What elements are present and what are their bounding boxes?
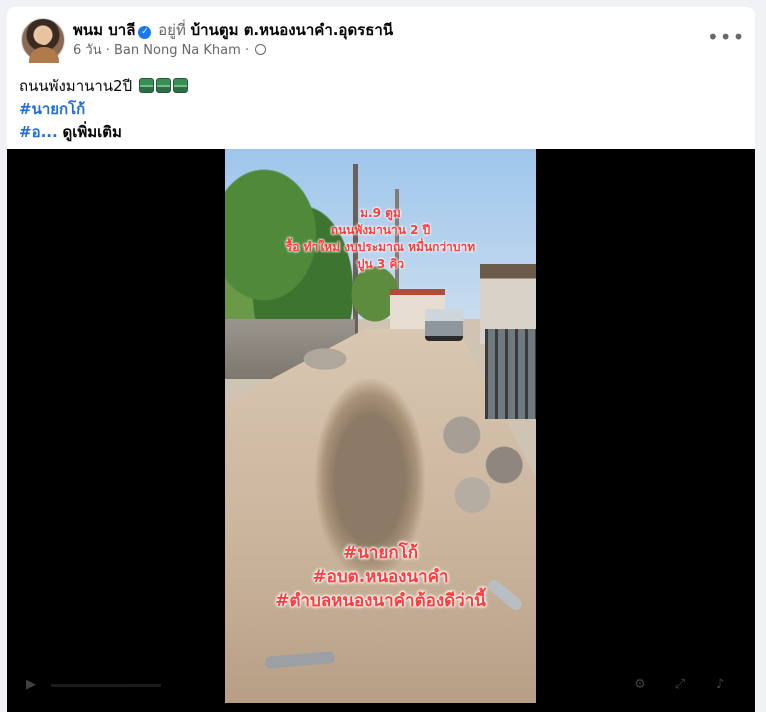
video-player[interactable]: ม.9 ตูม ถนนพังมานาน 2 ปี รื้อ ทำใหม่ งบป… bbox=[7, 149, 755, 712]
settings-icon[interactable]: ⚙ bbox=[632, 677, 648, 693]
caption-top-line: ถนนพังมานาน 2 ปี bbox=[330, 223, 431, 237]
meta-separator-2: · bbox=[244, 43, 250, 58]
video-caption-top: ม.9 ตูม ถนนพังมานาน 2 ปี รื้อ ทำใหม่ งบป… bbox=[225, 205, 536, 273]
video-rubble bbox=[430, 399, 536, 519]
hashtag-link-1[interactable]: #นายกโก้ bbox=[19, 100, 85, 118]
hashtag-link-2[interactable]: #อ... bbox=[19, 123, 58, 141]
caption-bottom-line: #นายกโก้ bbox=[342, 543, 419, 563]
video-truck bbox=[425, 309, 463, 341]
emoji-icon-2 bbox=[155, 78, 171, 93]
video-frame[interactable]: ม.9 ตูม ถนนพังมานาน 2 ปี รื้อ ทำใหม่ งบป… bbox=[225, 149, 536, 703]
caption-top-line: ม.9 ตูม bbox=[360, 206, 401, 220]
post-time[interactable]: 6 วัน bbox=[73, 43, 102, 58]
meta-separator: · bbox=[105, 43, 110, 58]
video-progress-bar[interactable] bbox=[51, 684, 161, 687]
see-more-link[interactable]: ดูเพิ่มเติม bbox=[62, 123, 121, 141]
play-icon[interactable]: ▶ bbox=[23, 677, 39, 693]
post-text-line-3: #อ... ดูเพิ่มเติม bbox=[19, 121, 743, 144]
volume-icon[interactable]: ♪ bbox=[712, 677, 728, 693]
caption-bottom-line: #ตำบลหนองนาคำต้องดีว่านี้ bbox=[275, 591, 486, 611]
caption-top-line: รื้อ ทำใหม่ งบประมาณ หมื่นกว่าบาท bbox=[285, 240, 476, 254]
video-caption-bottom: #นายกโก้ #อบต.หนองนาคำ #ตำบลหนองนาคำต้อง… bbox=[225, 541, 536, 613]
video-rubble-far bbox=[295, 344, 355, 374]
post-header: พนม บาลี ✓ อยู่ที่ บ้านตูม ต.หนองนาคำ.อุด… bbox=[19, 18, 744, 66]
caption-bottom-line: #อบต.หนองนาคำ bbox=[312, 567, 449, 587]
at-label: อยู่ที่ bbox=[158, 21, 186, 39]
post-text-line-1: ถนนพังมานาน2ปี bbox=[19, 75, 743, 98]
globe-icon bbox=[255, 44, 267, 55]
author-name[interactable]: พนม บาลี bbox=[73, 21, 135, 39]
avatar-face bbox=[37, 28, 51, 45]
post-meta: 6 วัน · Ban Nong Na Kham · bbox=[73, 42, 267, 60]
post-text: ถนนพังมานาน2ปี #นายกโก้ #อ... ดูเพิ่มเติ… bbox=[19, 75, 743, 144]
location-name[interactable]: Ban Nong Na Kham bbox=[114, 43, 241, 58]
verified-badge-icon: ✓ bbox=[138, 26, 152, 39]
emoji-icon-1 bbox=[138, 78, 154, 93]
emoji-icon-3 bbox=[172, 78, 188, 93]
post-card: พนม บาลี ✓ อยู่ที่ บ้านตูม ต.หนองนาคำ.อุด… bbox=[7, 7, 755, 712]
fullscreen-icon[interactable]: ⤢ bbox=[672, 677, 688, 693]
place-link[interactable]: บ้านตูม ต.หนองนาคำ.อุดรธานี bbox=[191, 21, 393, 39]
caption-top-line: ปูน 3 คิว bbox=[356, 257, 405, 271]
post-text-content: ถนนพังมานาน2ปี bbox=[19, 77, 133, 95]
post-text-line-2: #นายกโก้ bbox=[19, 98, 743, 121]
more-options-button[interactable]: ••• bbox=[707, 26, 744, 54]
video-controls: ▶ ⚙ ⤢ ♪ bbox=[7, 669, 755, 703]
avatar-body bbox=[29, 47, 59, 63]
author-avatar[interactable] bbox=[21, 18, 65, 63]
author-line: พนม บาลี ✓ อยู่ที่ บ้านตูม ต.หนองนาคำ.อุด… bbox=[73, 20, 393, 40]
